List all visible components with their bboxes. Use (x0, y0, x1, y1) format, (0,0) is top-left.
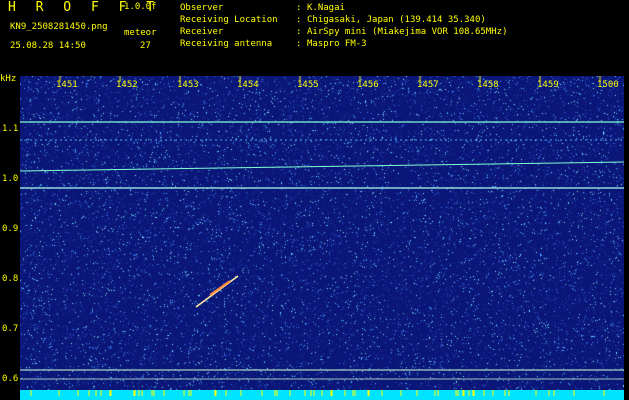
time-tick-label: 1454 (237, 80, 259, 90)
y-tick-label: 0.7 (2, 324, 19, 334)
time-tick-label: 1459 (537, 80, 559, 90)
meta-sep: : (296, 15, 302, 25)
datetime-label: 25.08.28 14:50 (10, 41, 86, 51)
y-tick-label: 0.6 (2, 374, 19, 384)
meteor-echo (195, 275, 239, 308)
frequency-axis: 1.1 1.0 0.9 0.8 0.7 0.6 (0, 76, 20, 400)
time-tick-label: 1500 (597, 80, 619, 90)
meteor-count: 27 (140, 41, 151, 51)
y-tick-label: 1.1 (2, 124, 19, 134)
meta-value-receiver: AirSpy mini (Miakejima VOR 108.65MHz) (307, 27, 508, 37)
bottom-strip-marks (30, 390, 605, 396)
spectrogram-overlay (20, 121, 624, 380)
y-tick-label: 0.8 (2, 274, 19, 284)
meta-key-antenna: Receiving antenna (180, 39, 273, 49)
mode-label: meteor (124, 28, 157, 38)
meteor-echo (209, 280, 231, 296)
meta-value-observer: K.Nagai (307, 3, 345, 13)
meta-value-antenna: Maspro FM-3 (307, 39, 367, 49)
time-tick-label: 1451 (56, 80, 78, 90)
time-tick-label: 1458 (477, 80, 499, 90)
meta-key-receiver: Receiver (180, 27, 224, 37)
time-tick-label: 1456 (357, 80, 379, 90)
time-tick-label: 1453 (177, 80, 199, 90)
meta-sep: : (296, 3, 302, 13)
y-tick-label: 0.9 (2, 224, 19, 234)
meta-sep: : (296, 39, 302, 49)
time-tick-label: 1452 (116, 80, 138, 90)
meta-key-location: Receiving Location (180, 15, 278, 25)
time-tick-label: 1457 (417, 80, 439, 90)
bottom-intensity-strip (20, 390, 624, 400)
meta-value-location: Chigasaki, Japan (139.414 35.340) (307, 15, 486, 25)
version-label: 1.0.0f (124, 2, 157, 12)
meta-key-observer: Observer (180, 3, 224, 13)
filename-label: KN9_2508281450.png (10, 22, 108, 32)
y-tick-label: 1.0 (2, 174, 19, 184)
spectrogram-window: H R O F F T 1.0.0f KN9_2508281450.png me… (0, 0, 629, 400)
spectrogram-plot (20, 76, 624, 390)
time-tick-label: 1455 (297, 80, 319, 90)
carrier-line (20, 161, 624, 172)
meta-sep: : (296, 27, 302, 37)
